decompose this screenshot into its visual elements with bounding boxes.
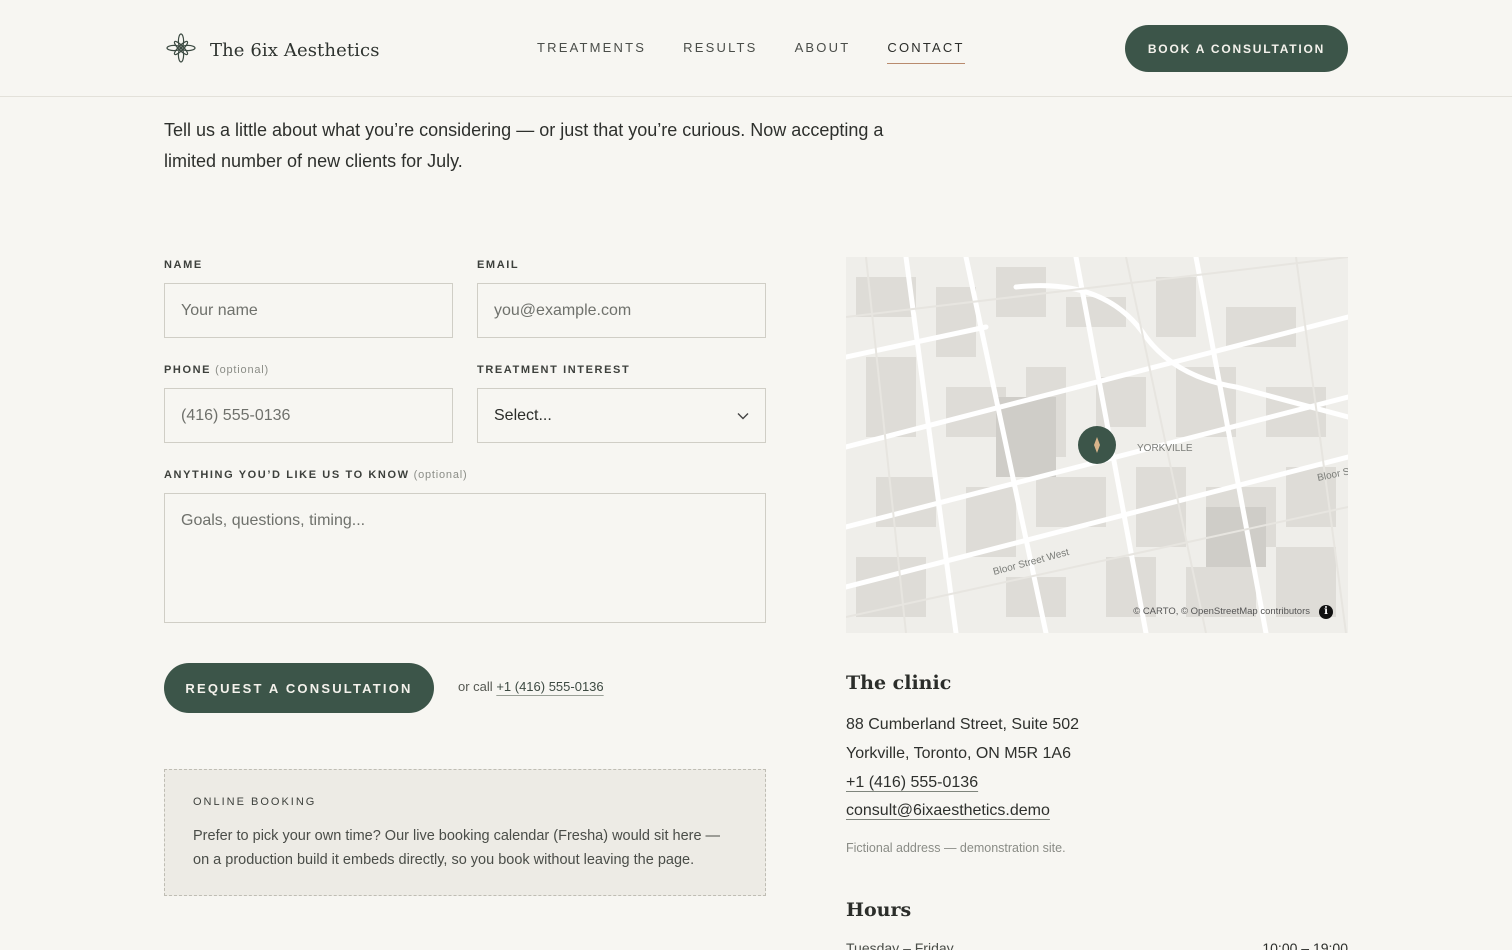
clinic-heading: The clinic bbox=[846, 672, 952, 694]
site-header: The 6ix Aesthetics TREATMENTS RESULTS AB… bbox=[0, 0, 1512, 97]
notes-label-row: ANYTHING YOU’D LIKE US TO KNOW (optional) bbox=[164, 469, 467, 481]
location-map[interactable]: YORKVILLE Bloor Street West Bloor S © CA… bbox=[846, 257, 1348, 633]
hours-row: Tuesday – Friday 10:00 – 19:00 bbox=[846, 940, 1348, 950]
book-consultation-button[interactable]: BOOK A CONSULTATION bbox=[1125, 25, 1348, 72]
map-graphic: YORKVILLE Bloor Street West Bloor S bbox=[846, 257, 1348, 633]
name-input[interactable] bbox=[164, 283, 453, 338]
phone-label-row: PHONE (optional) bbox=[164, 364, 269, 376]
hours-time: 10:00 – 19:00 bbox=[1262, 940, 1348, 950]
clinic-address-line1: 88 Cumberland Street, Suite 502 bbox=[846, 716, 1080, 733]
booking-text: Prefer to pick your own time? Our live b… bbox=[193, 828, 721, 868]
chevron-down-icon bbox=[737, 407, 749, 425]
call-text: or call +1 (416) 555-0136 bbox=[458, 679, 604, 694]
hours-days: Tuesday – Friday bbox=[846, 940, 954, 950]
notes-label: ANYTHING YOU’D LIKE US TO KNOW bbox=[164, 469, 410, 481]
main-nav: TREATMENTS RESULTS ABOUT CONTACT bbox=[537, 40, 965, 64]
booking-title: ONLINE BOOKING bbox=[193, 796, 317, 808]
or-call-label: or call bbox=[458, 679, 493, 694]
name-label: NAME bbox=[164, 259, 203, 271]
email-label: EMAIL bbox=[477, 259, 520, 271]
treatment-select[interactable]: Select... bbox=[477, 388, 766, 443]
nav-treatments[interactable]: TREATMENTS bbox=[537, 40, 646, 64]
flower-logo-icon bbox=[166, 33, 196, 68]
clinic-note: Fictional address — demonstration site. bbox=[846, 841, 1066, 855]
notes-textarea[interactable] bbox=[164, 493, 766, 623]
treatment-label: TREATMENT INTEREST bbox=[477, 364, 631, 376]
notes-optional-hint: (optional) bbox=[413, 469, 468, 481]
map-label-yorkville: YORKVILLE bbox=[1137, 443, 1193, 454]
treatment-select-value: Select... bbox=[494, 406, 552, 424]
info-icon[interactable]: i bbox=[1319, 605, 1333, 619]
phone-input[interactable] bbox=[164, 388, 453, 443]
nav-contact[interactable]: CONTACT bbox=[887, 40, 965, 64]
clinic-phone-link[interactable]: +1 (416) 555-0136 bbox=[846, 774, 978, 792]
brand-name: The 6ix Aesthetics bbox=[210, 40, 380, 61]
brand-logo-link[interactable]: The 6ix Aesthetics bbox=[166, 33, 380, 68]
email-input[interactable] bbox=[477, 283, 766, 338]
nav-results[interactable]: RESULTS bbox=[683, 40, 757, 64]
map-attribution[interactable]: © CARTO, © OpenStreetMap contributors bbox=[1133, 606, 1310, 617]
clinic-email-link[interactable]: consult@6ixaesthetics.demo bbox=[846, 802, 1050, 820]
intro-text: Tell us a little about what you’re consi… bbox=[164, 120, 884, 171]
clinic-address-line2: Yorkville, Toronto, ON M5R 1A6 bbox=[846, 745, 1071, 762]
online-booking-box: ONLINE BOOKING Prefer to pick your own t… bbox=[164, 769, 766, 896]
phone-label: PHONE bbox=[164, 364, 212, 376]
call-phone-link[interactable]: +1 (416) 555-0136 bbox=[496, 679, 603, 694]
nav-about[interactable]: ABOUT bbox=[795, 40, 851, 64]
request-consultation-button[interactable]: REQUEST A CONSULTATION bbox=[164, 663, 434, 713]
phone-optional-hint: (optional) bbox=[215, 364, 269, 376]
hours-heading: Hours bbox=[846, 899, 912, 921]
